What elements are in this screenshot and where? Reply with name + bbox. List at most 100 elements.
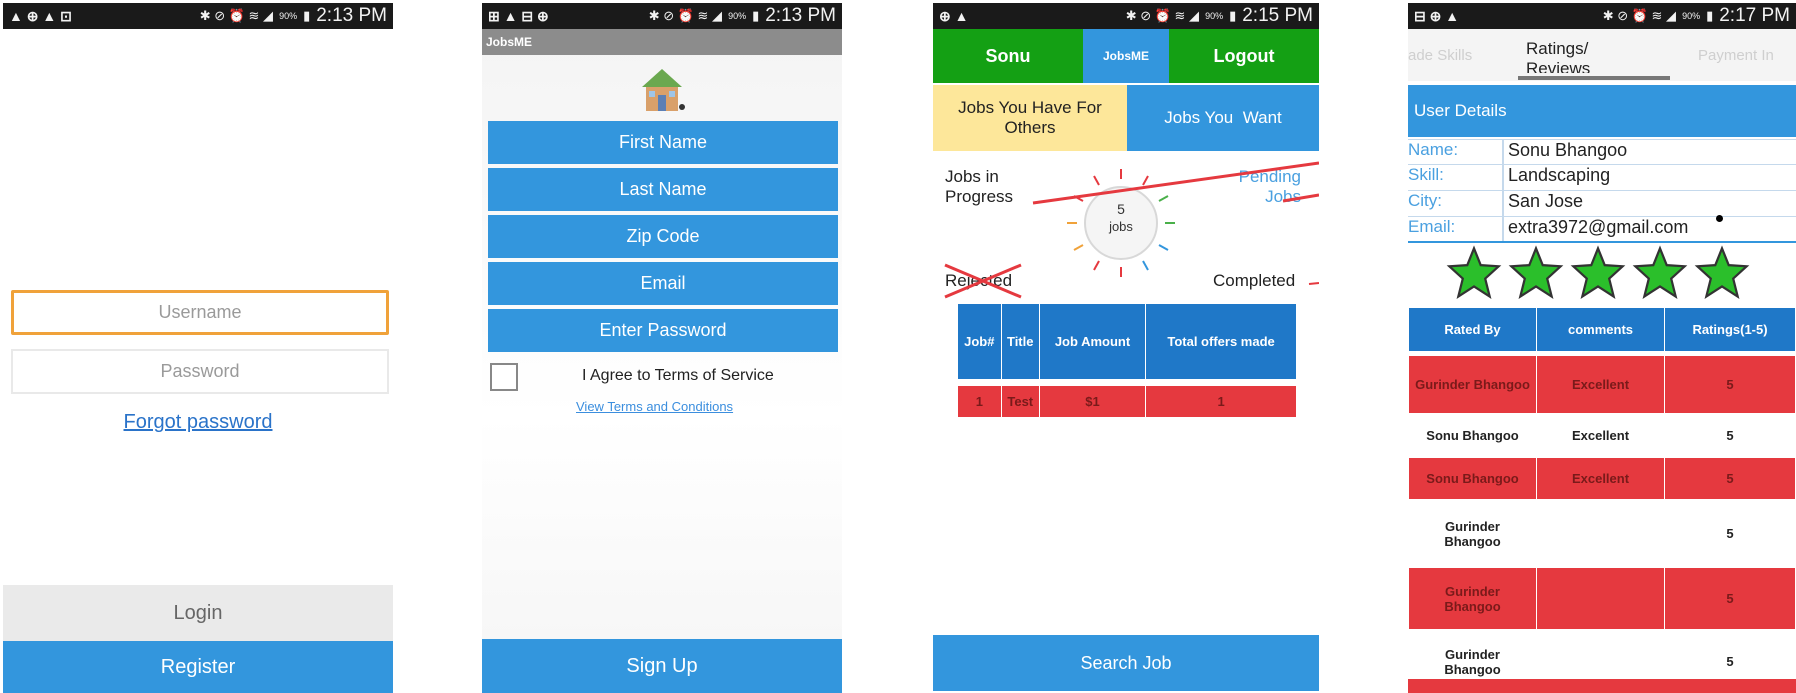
detail-value: Sonu Bhangoo — [1508, 140, 1628, 160]
cell-rated-by: Gurinder Bhangoo — [1408, 567, 1537, 630]
profile-screen: ⊟ ⊕ ▲ ✱ ⊘ ⏰ ≋ ◢ 90% ▮ 2:17 PM ade Skills… — [1408, 3, 1796, 693]
register-button[interactable]: Register — [3, 641, 393, 693]
terms-checkbox[interactable] — [490, 363, 518, 391]
tab-payment-info[interactable]: Payment In — [1698, 47, 1796, 64]
first-name-field[interactable]: First Name — [488, 121, 838, 164]
forgot-password-link[interactable]: Forgot password — [3, 411, 393, 434]
table-row: Sonu Bhangoo Excellent 5 — [1408, 413, 1796, 458]
battery-icon: ▮ — [1229, 8, 1237, 23]
system-icons: ✱ ⊘ ⏰ ≋ ◢ — [648, 8, 723, 23]
clock: 2:13 PM — [765, 5, 836, 26]
detail-value: extra3972@gmail.com — [1508, 217, 1689, 237]
password-input[interactable]: Password — [11, 349, 389, 394]
clock: 2:15 PM — [1242, 5, 1313, 26]
user-details-header: User Details — [1408, 85, 1796, 137]
system-icons: ✱ ⊘ ⏰ ≋ ◢ — [199, 8, 274, 23]
login-button[interactable]: Login — [3, 585, 393, 641]
username-input[interactable]: Username — [11, 290, 389, 335]
cell-title: Test — [1000, 385, 1040, 418]
star-rating[interactable] — [1446, 245, 1756, 303]
battery-percent: 90% — [279, 11, 298, 21]
header-ratings: Ratings(1-5) — [1664, 307, 1796, 352]
star-icon — [1694, 245, 1750, 299]
cell-job-number: 1 — [957, 385, 1002, 418]
status-bar: ⊟ ⊕ ▲ ✱ ⊘ ⏰ ≋ ◢ 90% ▮ 2:17 PM — [1408, 3, 1796, 29]
table-row: Gurinder Bhangoo Excellent 5 — [1408, 355, 1796, 414]
battery-icon: ▮ — [1706, 8, 1714, 23]
header-job-number: Job# — [957, 303, 1002, 380]
system-icons: ✱ ⊘ ⏰ ≋ ◢ — [1125, 8, 1200, 23]
cell-comment — [1536, 499, 1665, 568]
signup-screen: ⊞ ▲ ⊟ ⊕ ✱ ⊘ ⏰ ≋ ◢ 90% ▮ 2:13 PM JobsME F… — [482, 3, 842, 693]
detail-row-email: Email: extra3972@gmail.com — [1408, 217, 1796, 243]
cell-comment: Excellent — [1536, 413, 1665, 458]
table-row[interactable]: 1 Test $1 1 — [957, 385, 1297, 418]
app-bar-title: JobsME — [486, 35, 533, 49]
notification-icons: ⊕ ▲ — [939, 7, 969, 24]
agree-label: I Agree to Terms of Service — [582, 367, 774, 384]
battery-icon: ▮ — [752, 8, 760, 23]
cell-rated-by: Gurinder Bhangoo — [1408, 499, 1537, 568]
header-title: Title — [1000, 303, 1040, 380]
detail-value: San Jose — [1508, 191, 1584, 211]
system-icons: ✱ ⊘ ⏰ ≋ ◢ — [1602, 8, 1677, 23]
email-field[interactable]: Email — [488, 262, 838, 305]
login-screen: ▲ ⊕ ▲ ⊡ ✱ ⊘ ⏰ ≋ ◢ 90% ▮ 2:13 PM Username… — [3, 3, 393, 693]
cell-rating: 5 — [1664, 567, 1796, 630]
user-tab[interactable]: Sonu — [933, 29, 1083, 83]
star-icon — [1570, 245, 1626, 299]
last-name-field[interactable]: Last Name — [488, 168, 838, 211]
notification-icons: ⊟ ⊕ ▲ — [1414, 7, 1460, 24]
sign-up-button[interactable]: Sign Up — [482, 639, 842, 693]
notification-icons: ▲ ⊕ ▲ ⊡ — [9, 7, 72, 24]
table-row: Gurinder Bhangoo 5 — [1408, 567, 1796, 630]
detail-row-name: Name: Sonu Bhangoo — [1408, 139, 1796, 165]
detail-label: Skill: — [1408, 165, 1504, 190]
tab-trade-skills[interactable]: ade Skills — [1408, 47, 1504, 64]
header-rated-by: Rated By — [1408, 307, 1537, 352]
status-bar: ⊞ ▲ ⊟ ⊕ ✱ ⊘ ⏰ ≋ ◢ 90% ▮ 2:13 PM — [482, 3, 842, 29]
cell-rating: 5 — [1664, 413, 1796, 458]
clock: 2:13 PM — [316, 5, 387, 26]
header-job-amount: Job Amount — [1038, 303, 1147, 380]
notification-icons: ⊞ ▲ ⊟ ⊕ — [488, 7, 549, 24]
password-field[interactable]: Enter Password — [488, 309, 838, 352]
tab-ratings-reviews[interactable]: Ratings/ Reviews — [1526, 39, 1626, 73]
cell-comment: Excellent — [1536, 355, 1665, 414]
table-row: Sonu Bhangoo Excellent 5 — [1408, 457, 1796, 500]
header-comments: comments — [1536, 307, 1665, 352]
cell-total-offers: 1 — [1145, 385, 1297, 418]
tab-bar: ade Skills Ratings/ Reviews Payment In — [1408, 29, 1796, 81]
star-icon — [1446, 245, 1502, 299]
cell-rating: 5 — [1664, 499, 1796, 568]
app-tab[interactable]: JobsME — [1083, 29, 1169, 83]
cell-rated-by: Gurinder Bhangoo — [1408, 355, 1537, 414]
tab-jobs-for-others[interactable]: Jobs You Have For Others — [933, 85, 1127, 151]
cell-rating: 5 — [1664, 355, 1796, 414]
reviews-table: Rated By comments Ratings(1-5) Gurinder … — [1408, 307, 1796, 693]
detail-label: Email: — [1408, 217, 1504, 241]
cell-comment: Excellent — [1536, 457, 1665, 500]
detail-row-city: City: San Jose — [1408, 191, 1796, 217]
cursor-dot — [1716, 215, 1723, 222]
search-job-button[interactable]: Search Job — [933, 635, 1319, 691]
battery-icon: ▮ — [303, 8, 311, 23]
tab-jobs-you-want[interactable]: Jobs You Want — [1127, 85, 1319, 151]
header-total-offers: Total offers made — [1145, 303, 1297, 380]
logout-button[interactable]: Logout — [1169, 29, 1319, 83]
battery-percent: 90% — [1205, 11, 1224, 21]
clock: 2:17 PM — [1719, 5, 1790, 26]
star-icon — [1508, 245, 1564, 299]
user-details-table: Name: Sonu Bhangoo Skill: Landscaping Ci… — [1408, 139, 1796, 243]
completed-label[interactable]: Completed — [1213, 271, 1295, 291]
table-header-row: Job# Title Job Amount Total offers made — [957, 303, 1297, 380]
cell-rated-by: Sonu Bhangoo — [1408, 413, 1537, 458]
cell-rating: 5 — [1664, 457, 1796, 500]
zip-code-field[interactable]: Zip Code — [488, 215, 838, 258]
detail-label: Name: — [1408, 140, 1504, 164]
cell-job-amount: $1 — [1038, 385, 1147, 418]
dashboard-screen: ⊕ ▲ ✱ ⊘ ⏰ ≋ ◢ 90% ▮ 2:15 PM Sonu JobsME … — [933, 3, 1319, 693]
view-terms-link[interactable]: View Terms and Conditions — [576, 399, 733, 414]
house-logo-icon — [642, 69, 685, 111]
tab-indicator — [1518, 76, 1670, 80]
